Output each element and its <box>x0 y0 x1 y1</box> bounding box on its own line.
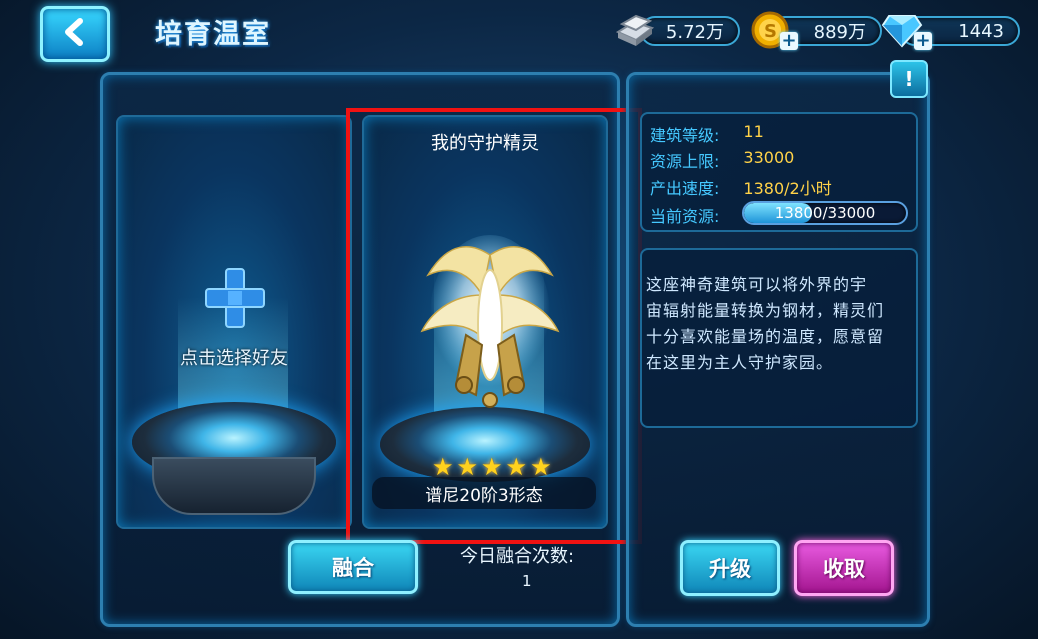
description-line: 十分喜欢能量场的温度，愿意留 <box>646 327 885 346</box>
fuse-button-label: 融合 <box>332 556 374 580</box>
building-description: 这座神奇建筑可以将外界的宇 宙辐射能量转换为钢材，精灵们 十分喜欢能量场的温度，… <box>646 272 916 376</box>
building-level-value: 11 <box>743 122 764 141</box>
diamond-value: 1443 <box>958 20 1004 42</box>
resource-cap-row: 资源上限: 33000 <box>650 148 794 172</box>
fuse-count-label: 今日融合次数: <box>460 546 575 567</box>
resource-cap-value: 33000 <box>743 148 795 167</box>
building-level-row: 建筑等级: 11 <box>650 122 764 146</box>
back-button[interactable] <box>40 6 110 62</box>
output-speed-value: 1380/2小时 <box>743 179 832 198</box>
friend-pedestal-base <box>152 457 316 515</box>
select-friend-label: 点击选择好友 <box>180 348 288 369</box>
description-line: 这座神奇建筑可以将外界的宇 <box>646 275 868 294</box>
output-speed-row: 产出速度: 1380/2小时 <box>650 175 832 199</box>
friend-slot[interactable]: 点击选择好友 <box>116 115 352 529</box>
add-gold-button[interactable]: + <box>780 32 798 50</box>
resource-progress-text: 13800/33000 <box>774 204 876 222</box>
fuse-count-value: 1 <box>522 572 532 590</box>
resource-cap-label: 资源上限: <box>650 152 720 171</box>
collect-button[interactable]: 收取 <box>794 540 894 596</box>
building-level-label: 建筑等级: <box>650 126 720 145</box>
add-diamond-button[interactable]: + <box>914 32 932 50</box>
highlight-box <box>346 108 642 544</box>
steel-value: 5.72万 <box>665 22 724 43</box>
description-line: 在这里为主人守护家园。 <box>646 353 834 372</box>
output-speed-label: 产出速度: <box>650 179 720 198</box>
svg-text:S: S <box>764 21 777 42</box>
chevron-left-icon <box>60 17 90 51</box>
fuse-button[interactable]: 融合 <box>288 540 418 594</box>
page-title: 培育温室 <box>155 19 271 50</box>
resource-progress-bar: 13800/33000 <box>742 201 908 225</box>
steel-ingot-icon <box>612 10 656 50</box>
current-resource-row: 当前资源: <box>650 203 719 227</box>
exclamation-icon: ! <box>904 67 914 91</box>
current-resource-label: 当前资源: <box>650 207 720 226</box>
upgrade-button-label: 升级 <box>709 557 751 581</box>
upgrade-button[interactable]: 升级 <box>680 540 780 596</box>
gold-value: 889万 <box>813 22 866 43</box>
add-plus-icon[interactable] <box>204 267 266 333</box>
collect-button-label: 收取 <box>823 557 865 581</box>
description-line: 宙辐射能量转换为钢材，精灵们 <box>646 301 885 320</box>
info-button[interactable]: ! <box>890 60 928 98</box>
